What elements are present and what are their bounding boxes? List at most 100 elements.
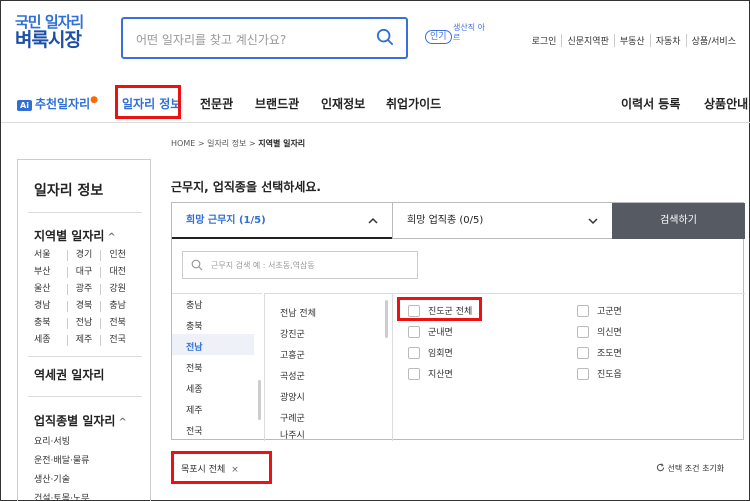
region-incheon[interactable]: 인천 (100, 250, 134, 261)
region-ulsan[interactable]: 울산 (34, 284, 67, 295)
district-checkbox[interactable]: 의신면 (577, 325, 622, 338)
district-checkbox[interactable]: 군내면 (408, 325, 453, 338)
district-label: 지산면 (428, 370, 453, 380)
region-daejeon[interactable]: 대전 (100, 267, 134, 278)
region-gwangju[interactable]: 광주 (66, 284, 101, 295)
region-jeju[interactable]: 제주 (66, 335, 101, 346)
province-item[interactable]: 세종 (186, 382, 203, 395)
region-busan[interactable]: 부산 (34, 267, 67, 278)
sidebar-title: 일자리 정보 (34, 183, 104, 199)
province-item[interactable]: 충남 (186, 298, 203, 311)
region-nationwide[interactable]: 전국 (100, 335, 134, 346)
search-button[interactable]: 검색하기 (612, 203, 745, 239)
popular-badge: 인기 (425, 30, 452, 44)
province-scrollbar[interactable] (258, 380, 261, 420)
selection-prompt: 근무지, 업직종을 선택하세요. (171, 180, 321, 194)
province-item[interactable]: 충북 (186, 319, 203, 332)
city-item[interactable]: 곡성군 (280, 369, 305, 382)
city-item[interactable]: 전남 전체 (280, 306, 316, 319)
province-item[interactable]: 전국 (186, 424, 203, 437)
district-checkbox[interactable]: 고군면 (577, 304, 622, 317)
region-gyeongbuk[interactable]: 경북 (66, 301, 101, 312)
region-gyeongnam[interactable]: 경남 (34, 301, 67, 312)
nav-job-guide[interactable]: 취업가이드 (386, 95, 441, 112)
station-heading[interactable]: 역세권 일자리 (34, 366, 104, 383)
province-item-selected[interactable]: 전남 (186, 340, 203, 353)
util-newspaper[interactable]: 신문지역판 (561, 34, 613, 47)
checkbox-icon (577, 367, 589, 380)
search-icon[interactable] (376, 28, 394, 46)
nav-recommend[interactable]: Ai 추천일자리● (17, 95, 98, 112)
location-search-input[interactable]: 근무지 검색 예 : 서초동,역삼동 (182, 251, 418, 279)
refresh-icon (656, 463, 665, 472)
util-car[interactable]: 자동차 (649, 34, 686, 47)
utility-links: 로그인 신문지역판 부동산 자동차 상품/서비스 (527, 34, 741, 47)
main-search-box[interactable]: 어떤 일자리를 찾고 계신가요? (121, 17, 408, 59)
job-item-construction[interactable]: 건설·토목·노무 (34, 490, 89, 501)
job-item-driving[interactable]: 운전·배달·물류 (34, 452, 89, 471)
tab-location[interactable]: 희망 근무지 (1/5) (172, 203, 392, 239)
city-item[interactable]: 강진군 (280, 327, 305, 340)
tab-job[interactable]: 희망 업직종 (0/5) (392, 203, 612, 239)
region-gyeonggi[interactable]: 경기 (66, 250, 101, 261)
job-item-cooking[interactable]: 요리·서빙 (34, 433, 89, 452)
province-selected-bg (172, 334, 254, 355)
chevron-down-icon (588, 218, 598, 225)
reset-label: 선택 조건 초기화 (667, 464, 725, 473)
district-checkbox[interactable]: 임회면 (408, 346, 453, 359)
crumb-home[interactable]: HOME (171, 139, 195, 148)
checkbox-icon (577, 304, 589, 317)
tab-location-label: 희망 근무지 (1/5) (186, 215, 266, 226)
reset-button[interactable]: 선택 조건 초기화 (656, 463, 724, 474)
util-products[interactable]: 상품/서비스 (685, 34, 741, 47)
divider (28, 212, 142, 213)
region-chungbuk[interactable]: 충북 (34, 318, 67, 329)
city-list: 전남 전체 강진군 고흥군 곡성군 광양시 구례군 나주시 (264, 293, 392, 441)
nav-specialty[interactable]: 전문관 (200, 95, 233, 112)
breadcrumb: HOME > 일자리 정보 > 지역별 일자리 (171, 139, 306, 148)
city-item[interactable]: 광양시 (280, 390, 305, 403)
district-label: 고군면 (597, 307, 622, 317)
job-heading[interactable]: 업직종별 일자리 ^ (34, 412, 127, 429)
region-gangwon[interactable]: 강원 (100, 284, 134, 295)
checkbox-icon (408, 325, 420, 338)
popular-keyword-roll[interactable]: 생산직 아르 (453, 23, 489, 47)
region-heading[interactable]: 지역별 일자리 ^ (34, 227, 116, 244)
region-jeonnam[interactable]: 전남 (66, 318, 101, 329)
crumb-job-info[interactable]: 일자리 정보 (207, 139, 246, 148)
city-item[interactable]: 나주시 (280, 428, 305, 441)
ai-badge: Ai (17, 100, 32, 111)
region-daegu[interactable]: 대구 (66, 267, 101, 278)
new-dot-icon: ● (90, 95, 98, 105)
district-label: 의신면 (597, 328, 622, 338)
province-item[interactable]: 제주 (186, 403, 203, 416)
util-realestate[interactable]: 부동산 (613, 34, 650, 47)
city-item[interactable]: 고흥군 (280, 348, 305, 361)
util-login[interactable]: 로그인 (527, 34, 562, 47)
city-item[interactable]: 구례군 (280, 411, 305, 424)
province-item[interactable]: 전북 (186, 361, 203, 374)
district-checkbox[interactable]: 지산면 (408, 367, 453, 380)
region-jeonbuk[interactable]: 전북 (100, 318, 134, 329)
district-label: 군내면 (428, 328, 453, 338)
logo-line2: 벼룩시장 (15, 28, 82, 51)
nav-talent[interactable]: 인재정보 (321, 95, 365, 112)
city-scrollbar[interactable] (385, 300, 388, 338)
checkbox-icon (408, 367, 420, 380)
nav-brand[interactable]: 브랜드관 (255, 95, 299, 112)
crumb-current: 지역별 일자리 (258, 139, 306, 148)
job-item-production[interactable]: 생산·기술 (34, 471, 89, 490)
chevron-up-icon (368, 217, 378, 224)
region-sejong[interactable]: 세종 (34, 335, 67, 346)
district-checkbox[interactable]: 조도면 (577, 346, 622, 359)
nav-products[interactable]: 상품안내 (704, 95, 748, 112)
nav-resume[interactable]: 이력서 등록 (621, 95, 680, 112)
site-logo[interactable]: 국민 일자리 벼룩시장 (15, 14, 84, 51)
region-chungnam[interactable]: 충남 (100, 301, 134, 312)
checkbox-icon (577, 346, 589, 359)
district-checkbox[interactable]: 진도읍 (577, 367, 622, 380)
tab-job-label: 희망 업직종 (0/5) (407, 215, 484, 226)
chevron-up-icon: ^ (118, 417, 127, 428)
highlight-district-all (397, 297, 482, 321)
region-seoul[interactable]: 서울 (34, 250, 67, 261)
